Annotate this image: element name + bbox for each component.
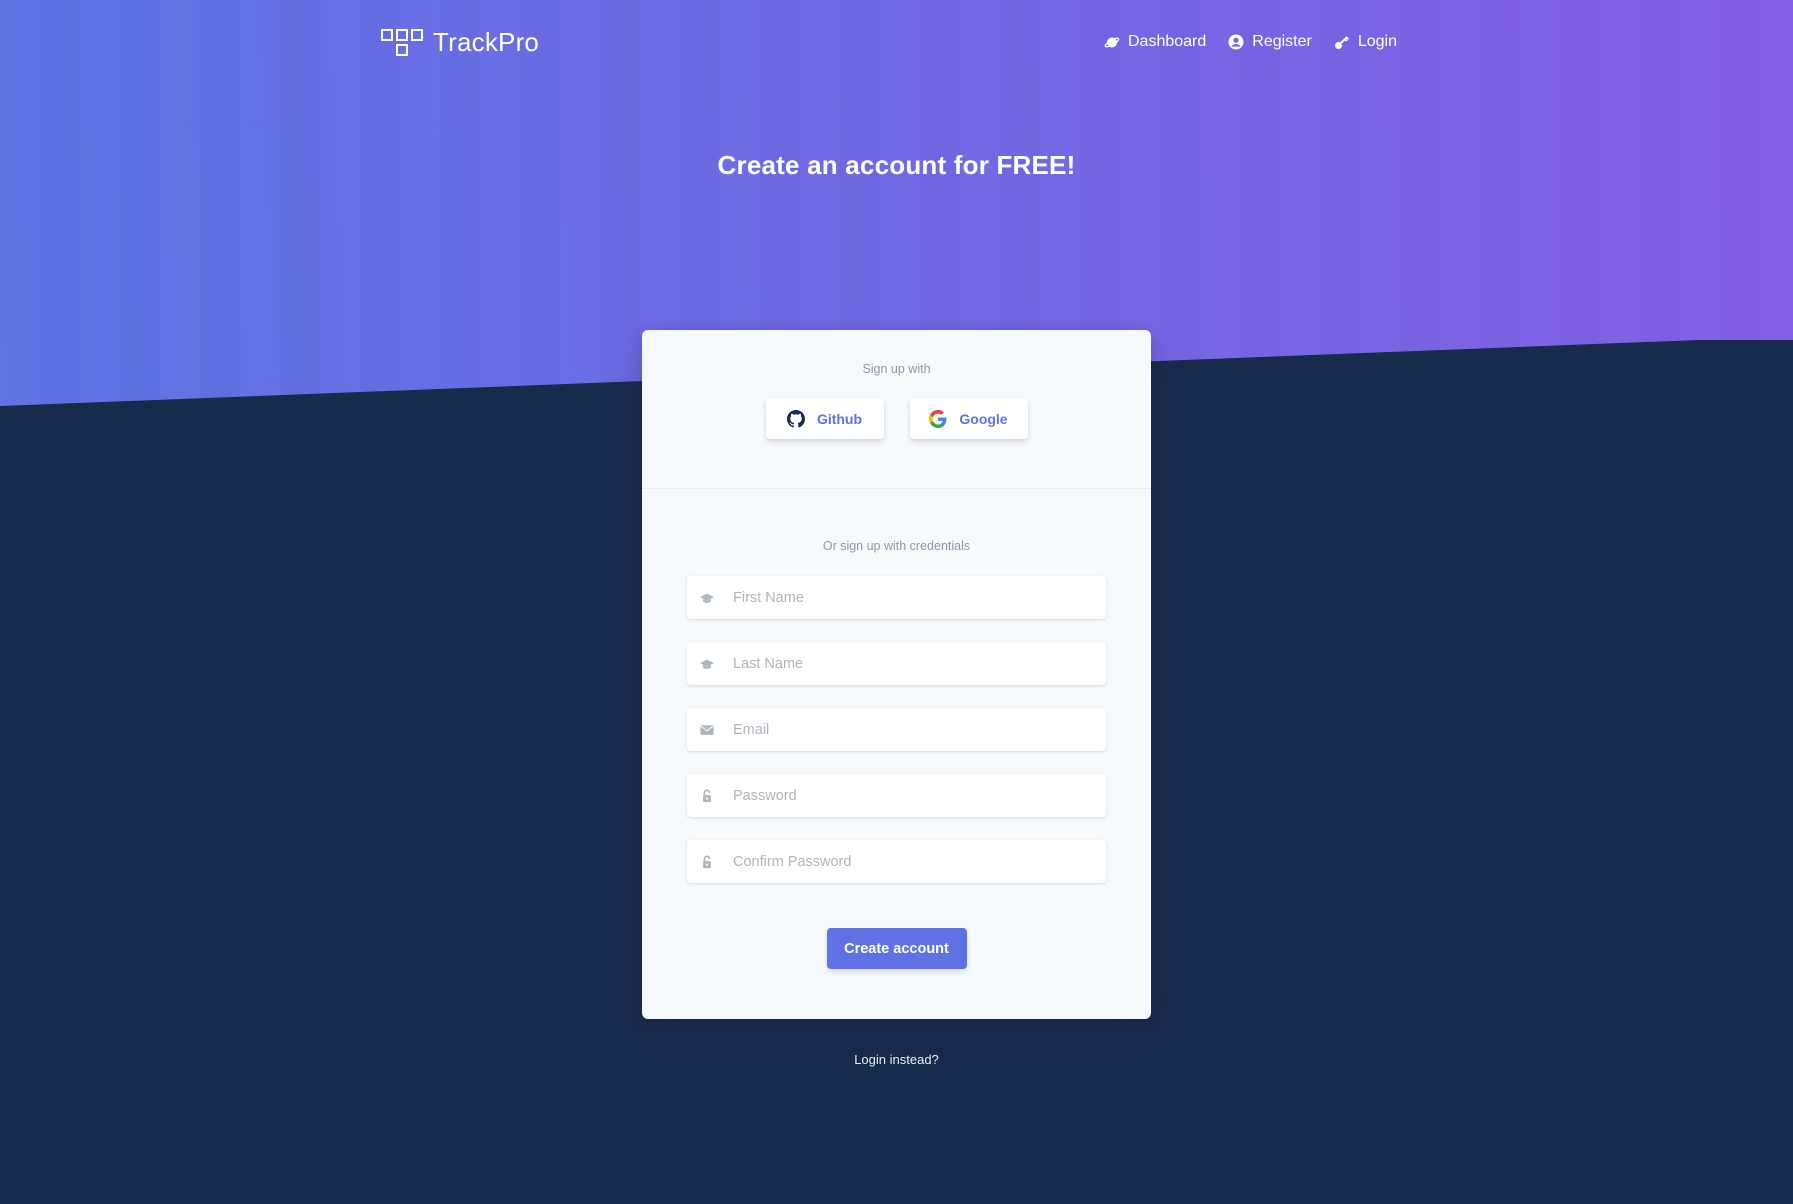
credentials-heading: Or sign up with credentials xyxy=(822,539,971,553)
lock-icon xyxy=(699,854,715,870)
login-instead-link[interactable]: Login instead? xyxy=(0,1052,1793,1067)
grid-squares-logo-icon xyxy=(381,27,427,57)
email-input[interactable] xyxy=(733,708,1106,751)
last-name-field xyxy=(687,642,1106,685)
create-account-button[interactable]: Create account xyxy=(826,928,967,969)
top-navbar: TrackPro Dashboard Register Login xyxy=(381,24,1397,60)
github-button[interactable]: Github xyxy=(765,398,884,439)
nav-link-register[interactable]: Register xyxy=(1228,33,1312,51)
social-buttons: Github Google xyxy=(642,398,1151,439)
hat-icon xyxy=(699,590,715,606)
credentials-section: Or sign up with credentials First Name L… xyxy=(642,489,1151,969)
page-title: Create an account for FREE! xyxy=(717,150,1076,180)
last-name-input[interactable] xyxy=(733,642,1106,685)
social-signup-section: Sign up with Github Google xyxy=(642,330,1151,489)
email-field xyxy=(687,708,1106,751)
email-icon xyxy=(699,722,715,738)
nav-link-dashboard[interactable]: Dashboard xyxy=(1104,33,1206,51)
nav-link-label: Register xyxy=(1252,33,1312,50)
google-label: Google xyxy=(959,410,1008,427)
signup-card: Sign up with Github Google Or sign up wi… xyxy=(642,330,1151,1019)
submit-wrapper: Create account xyxy=(687,928,1106,969)
github-icon xyxy=(786,409,805,428)
nav-links: Dashboard Register Login xyxy=(1104,33,1397,51)
password-field xyxy=(687,774,1106,817)
confirm-password-field xyxy=(687,840,1106,883)
confirm-password-input[interactable] xyxy=(733,840,1106,883)
planet-icon xyxy=(1104,37,1120,48)
social-heading: Sign up with xyxy=(862,362,931,376)
hat-icon xyxy=(699,656,715,672)
google-icon xyxy=(929,409,947,428)
google-button[interactable]: Google xyxy=(909,398,1028,439)
brand[interactable]: TrackPro xyxy=(381,27,539,58)
nav-link-label: Dashboard xyxy=(1127,33,1207,50)
password-input[interactable] xyxy=(733,774,1106,817)
nav-link-label: Login xyxy=(1357,33,1397,50)
nav-link-login[interactable]: Login xyxy=(1334,33,1397,51)
lock-icon xyxy=(699,788,715,804)
github-label: Github xyxy=(816,410,863,427)
user-circle-icon xyxy=(1228,34,1244,50)
key-icon xyxy=(1334,36,1349,49)
first-name-input[interactable] xyxy=(733,576,1106,619)
first-name-field xyxy=(687,576,1106,619)
brand-name: TrackPro xyxy=(433,26,540,57)
